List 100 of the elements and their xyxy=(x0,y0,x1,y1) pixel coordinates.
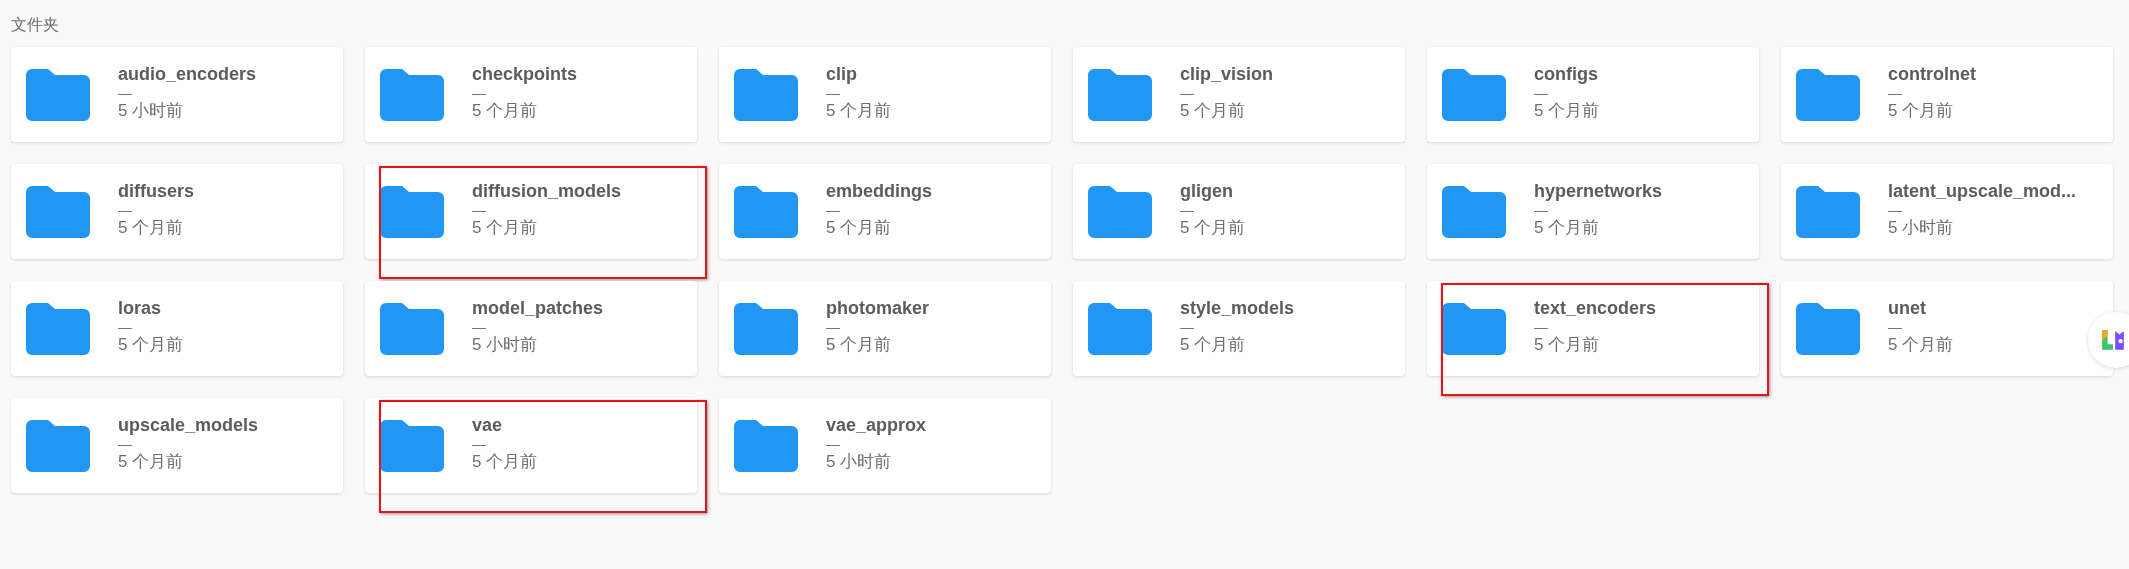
folder-icon xyxy=(1088,185,1152,238)
folder-size: — xyxy=(1888,202,1902,217)
folder-card[interactable]: loras — 5 个月前 xyxy=(11,281,343,376)
folder-size: — xyxy=(472,319,486,334)
modified-time: 5 个月前 xyxy=(826,333,892,356)
modified-time: 5 个月前 xyxy=(472,450,538,473)
folder-name: model_patches xyxy=(472,296,604,320)
modified-time: 5 个月前 xyxy=(1180,216,1246,239)
folder-icon xyxy=(734,68,798,121)
folder-size: — xyxy=(472,85,486,100)
folder-size: — xyxy=(826,319,840,334)
folder-size: — xyxy=(1534,85,1548,100)
folder-icon xyxy=(734,419,798,472)
folder-card[interactable]: latent_upscale_mod... — 5 小时前 xyxy=(1781,164,2113,259)
folder-card[interactable]: upscale_models — 5 个月前 xyxy=(11,398,343,493)
folder-card[interactable]: vae_approx — 5 小时前 xyxy=(719,398,1051,493)
folder-icon xyxy=(1442,302,1506,355)
modified-time: 5 个月前 xyxy=(1534,216,1600,239)
folder-card[interactable]: diffusers — 5 个月前 xyxy=(11,164,343,259)
folder-size: — xyxy=(826,85,840,100)
modified-time: 5 个月前 xyxy=(472,216,538,239)
folder-card[interactable]: style_models — 5 个月前 xyxy=(1073,281,1405,376)
folder-name: gligen xyxy=(1180,179,1233,203)
modified-time: 5 个月前 xyxy=(826,99,892,122)
folder-size: — xyxy=(1180,202,1194,217)
folder-name: text_encoders xyxy=(1534,296,1657,320)
folder-icon xyxy=(380,185,444,238)
folder-name: upscale_models xyxy=(118,413,259,437)
folder-name: loras xyxy=(118,296,162,320)
folder-name: vae xyxy=(472,413,503,437)
folder-card[interactable]: model_patches — 5 小时前 xyxy=(365,281,697,376)
folder-name: vae_approx xyxy=(826,413,927,437)
folder-size: — xyxy=(1888,85,1902,100)
folder-card[interactable]: vae — 5 个月前 xyxy=(365,398,697,493)
folder-icon xyxy=(1442,185,1506,238)
folder-card[interactable]: clip — 5 个月前 xyxy=(719,47,1051,142)
folder-icon xyxy=(26,302,90,355)
folder-size: — xyxy=(118,436,132,451)
modified-time: 5 小时前 xyxy=(1888,216,1954,239)
modified-time: 5 小时前 xyxy=(826,450,892,473)
folder-name: clip xyxy=(826,62,857,86)
folder-size: — xyxy=(826,202,840,217)
modified-time: 5 个月前 xyxy=(1534,99,1600,122)
folder-name: checkpoints xyxy=(472,62,578,86)
folder-card[interactable]: diffusion_models — 5 个月前 xyxy=(365,164,697,259)
modified-time: 5 小时前 xyxy=(118,99,184,122)
modified-time: 5 个月前 xyxy=(118,333,184,356)
folder-size: — xyxy=(1534,202,1548,217)
folder-icon xyxy=(26,68,90,121)
folder-card[interactable]: checkpoints — 5 个月前 xyxy=(365,47,697,142)
folder-size: — xyxy=(118,319,132,334)
folder-card[interactable]: unet — 5 个月前 xyxy=(1781,281,2113,376)
folder-size: — xyxy=(118,202,132,217)
folder-size: — xyxy=(118,85,132,100)
folder-icon xyxy=(1088,302,1152,355)
folder-name: audio_encoders xyxy=(118,62,257,86)
folder-card[interactable]: gligen — 5 个月前 xyxy=(1073,164,1405,259)
folder-card[interactable]: hypernetworks — 5 个月前 xyxy=(1427,164,1759,259)
folder-icon xyxy=(1442,68,1506,121)
folder-card[interactable]: text_encoders — 5 个月前 xyxy=(1427,281,1759,376)
folder-card[interactable]: embeddings — 5 个月前 xyxy=(719,164,1051,259)
folder-size: — xyxy=(1180,319,1194,334)
folder-icon xyxy=(380,419,444,472)
folder-size: — xyxy=(826,436,840,451)
folder-icon xyxy=(734,185,798,238)
folder-name: latent_upscale_mod... xyxy=(1888,179,2077,203)
folder-name: unet xyxy=(1888,296,1926,320)
modified-time: 5 个月前 xyxy=(1888,333,1954,356)
modified-time: 5 个月前 xyxy=(1888,99,1954,122)
modified-time: 5 个月前 xyxy=(118,216,184,239)
folder-name: style_models xyxy=(1180,296,1295,320)
folder-card[interactable]: controlnet — 5 个月前 xyxy=(1781,47,2113,142)
folder-size: — xyxy=(1180,85,1194,100)
folder-icon xyxy=(26,185,90,238)
folder-size: — xyxy=(472,202,486,217)
folder-size: — xyxy=(472,436,486,451)
folder-icon xyxy=(1796,68,1860,121)
folder-card[interactable]: audio_encoders — 5 小时前 xyxy=(11,47,343,142)
folder-icon xyxy=(380,68,444,121)
folder-icon xyxy=(380,302,444,355)
folder-icon xyxy=(1796,302,1860,355)
section-title: 文件夹 xyxy=(11,15,59,35)
modified-time: 5 个月前 xyxy=(472,99,538,122)
folder-icon xyxy=(734,302,798,355)
folder-card[interactable]: configs — 5 个月前 xyxy=(1427,47,1759,142)
folder-card[interactable]: photomaker — 5 个月前 xyxy=(719,281,1051,376)
folder-name: diffusion_models xyxy=(472,179,621,203)
logo-icon xyxy=(2100,327,2126,353)
folder-name: controlnet xyxy=(1888,62,1976,86)
modified-time: 5 个月前 xyxy=(1534,333,1600,356)
modified-time: 5 个月前 xyxy=(118,450,184,473)
folder-name: configs xyxy=(1534,62,1598,86)
modified-time: 5 个月前 xyxy=(1180,99,1246,122)
folder-card[interactable]: clip_vision — 5 个月前 xyxy=(1073,47,1405,142)
folder-icon xyxy=(26,419,90,472)
folder-name: diffusers xyxy=(118,179,195,203)
folder-icon xyxy=(1796,185,1860,238)
folder-size: — xyxy=(1888,319,1902,334)
folder-name: photomaker xyxy=(826,296,930,320)
modified-time: 5 小时前 xyxy=(472,333,538,356)
